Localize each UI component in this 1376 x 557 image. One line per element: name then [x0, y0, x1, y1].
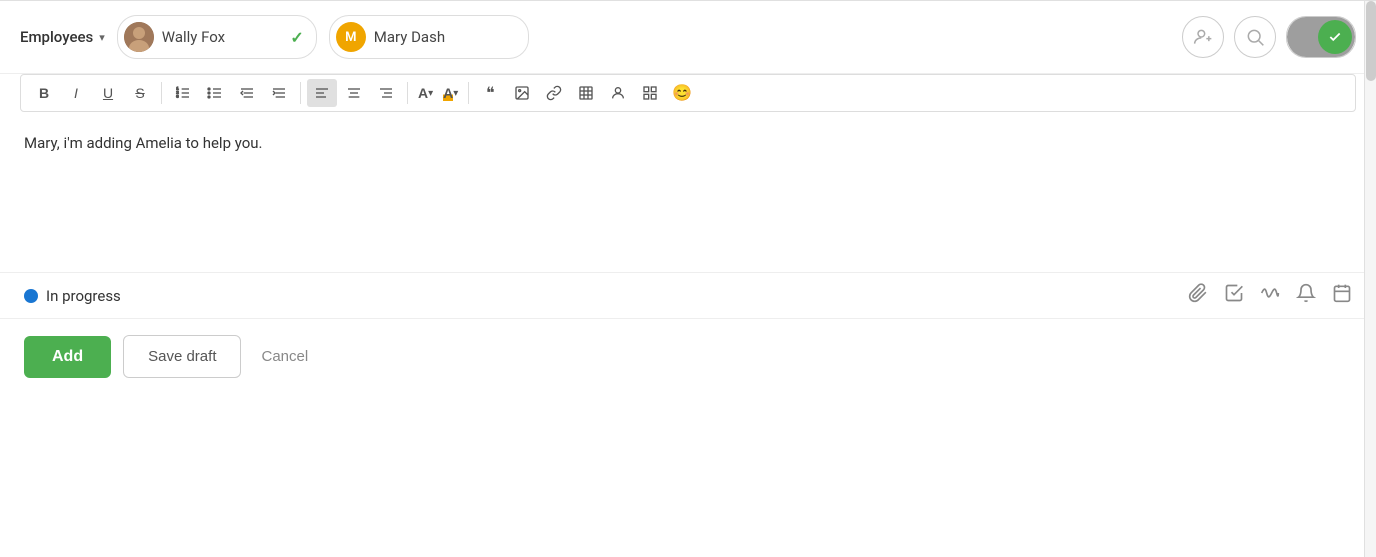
ordered-list-icon: 1 2 3 [175, 85, 191, 101]
template-icon [642, 85, 658, 101]
italic-button[interactable]: I [61, 79, 91, 107]
checkbox-button[interactable] [1224, 283, 1244, 308]
indent-increase-button[interactable] [264, 79, 294, 107]
search-button[interactable] [1234, 16, 1276, 58]
person-add-button[interactable] [1182, 16, 1224, 58]
toolbar-separator-1 [161, 82, 162, 104]
scrollbar-thumb[interactable] [1366, 1, 1376, 81]
unordered-list-button[interactable] [200, 79, 230, 107]
font-color-label: A [418, 85, 428, 101]
align-right-icon [378, 85, 394, 101]
indent-increase-icon [271, 85, 287, 101]
add-button[interactable]: Add [24, 336, 111, 378]
employees-chevron-icon: ▾ [99, 31, 105, 44]
indent-decrease-icon [239, 85, 255, 101]
link-icon [546, 85, 562, 101]
bold-button[interactable]: B [29, 79, 59, 107]
image-icon [514, 85, 530, 101]
indent-decrease-button[interactable] [232, 79, 262, 107]
emoji-icon: 😊 [672, 83, 692, 103]
mary-dash-name: Mary Dash [374, 28, 445, 46]
header-row: Employees ▾ Wally Fox ✓ M Mary Dash [0, 1, 1376, 74]
blockquote-icon: ❝ [486, 83, 495, 103]
unordered-list-icon [207, 85, 223, 101]
wally-fox-name: Wally Fox [162, 28, 225, 46]
status-dot [24, 289, 38, 303]
ordered-list-button[interactable]: 1 2 3 [168, 79, 198, 107]
toolbar-separator-4 [468, 82, 469, 104]
underline-button[interactable]: U [93, 79, 123, 107]
status-indicator: In progress [24, 287, 121, 305]
header-right-icons [1182, 16, 1356, 58]
strikethrough-button[interactable]: S [125, 79, 155, 107]
employees-dropdown[interactable]: Employees ▾ [20, 28, 105, 46]
action-row: Add Save draft Cancel [0, 319, 1376, 402]
mary-dash-avatar: M [336, 22, 366, 52]
calendar-button[interactable] [1332, 283, 1352, 308]
employees-label: Employees [20, 28, 93, 46]
main-container: Employees ▾ Wally Fox ✓ M Mary Dash [0, 0, 1376, 557]
scrollbar-track[interactable] [1364, 1, 1376, 557]
wally-fox-avatar [124, 22, 154, 52]
image-button[interactable] [507, 79, 537, 107]
svg-text:3: 3 [176, 94, 179, 99]
template-button[interactable] [635, 79, 665, 107]
toggle-track [1287, 16, 1355, 58]
person-add-icon [1193, 27, 1213, 47]
status-label: In progress [46, 287, 121, 305]
checkbox-icon [1224, 283, 1244, 303]
save-draft-button[interactable]: Save draft [123, 335, 241, 378]
align-left-button[interactable] [307, 79, 337, 107]
calendar-icon [1332, 283, 1352, 303]
wally-fox-check-icon: ✓ [290, 28, 303, 47]
mary-dash-chip[interactable]: M Mary Dash [329, 15, 529, 59]
emoji-button[interactable]: 😊 [667, 79, 697, 107]
toggle-check-icon [1328, 30, 1342, 44]
cancel-button[interactable]: Cancel [253, 336, 316, 377]
toolbar-separator-3 [407, 82, 408, 104]
attachment-button[interactable] [1188, 283, 1208, 308]
bg-color-button[interactable]: A ▾ [439, 79, 462, 107]
wally-fox-avatar-img [124, 22, 154, 52]
wally-fox-chip[interactable]: Wally Fox ✓ [117, 15, 317, 59]
mention-button[interactable] [603, 79, 633, 107]
editor-footer: In progress [0, 272, 1376, 318]
align-center-button[interactable] [339, 79, 369, 107]
bg-color-label: A [443, 85, 453, 101]
attachment-icon [1188, 283, 1208, 303]
link-button[interactable] [539, 79, 569, 107]
align-right-button[interactable] [371, 79, 401, 107]
mention-icon [610, 85, 626, 101]
align-center-icon [346, 85, 362, 101]
toggle-button[interactable] [1286, 16, 1356, 58]
editor-toolbar: B I U S 1 2 3 [20, 74, 1356, 112]
blockquote-button[interactable]: ❝ [475, 79, 505, 107]
table-button[interactable] [571, 79, 601, 107]
bell-button[interactable] [1296, 283, 1316, 308]
toggle-knob [1318, 20, 1352, 54]
table-icon [578, 85, 594, 101]
editor-content[interactable]: Mary, i'm adding Amelia to help you. [0, 112, 1376, 272]
wave-icon [1260, 283, 1280, 303]
font-color-button[interactable]: A ▾ [414, 79, 437, 107]
bell-icon [1296, 283, 1316, 303]
align-left-icon [314, 85, 330, 101]
footer-icons [1188, 283, 1352, 308]
search-icon [1245, 27, 1265, 47]
bg-color-chevron-icon: ▾ [453, 88, 458, 99]
wave-button[interactable] [1260, 283, 1280, 308]
font-color-chevron-icon: ▾ [428, 88, 433, 99]
toolbar-separator-2 [300, 82, 301, 104]
